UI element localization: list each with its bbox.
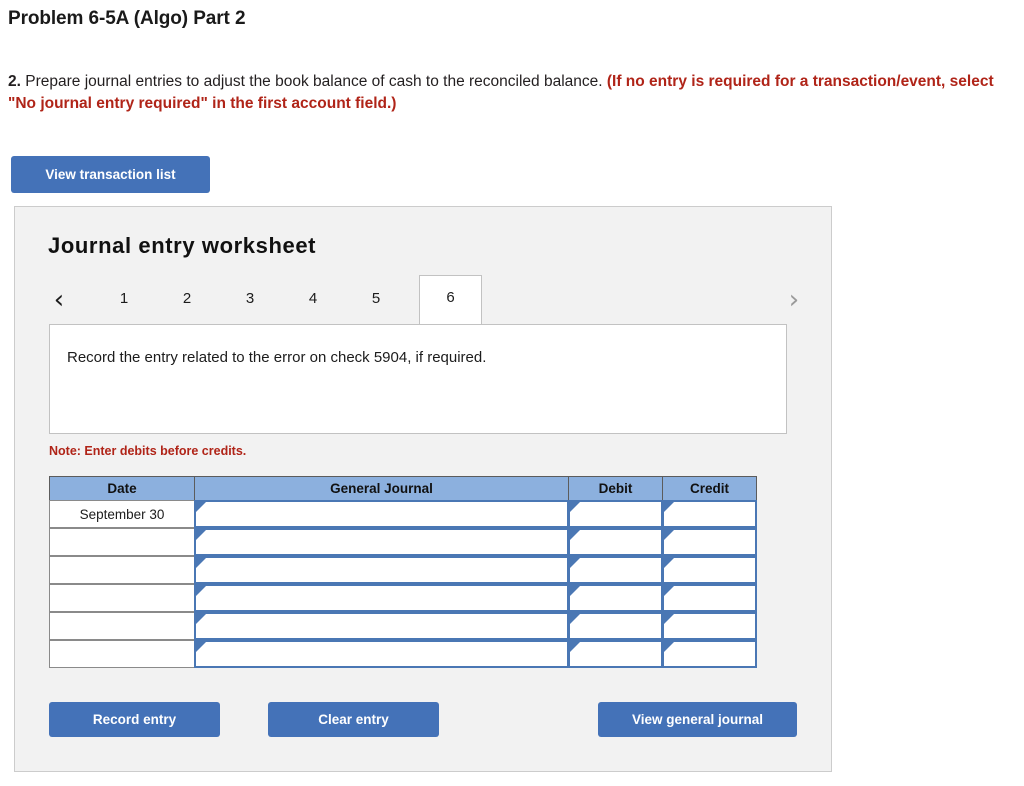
cell-general-journal-2[interactable] <box>194 528 569 556</box>
table-row <box>49 556 758 585</box>
table-row: September 30 <box>49 500 758 529</box>
cell-date-5[interactable] <box>49 612 195 640</box>
prompt-number: 2. <box>8 73 21 90</box>
cell-general-journal-5[interactable] <box>194 612 569 640</box>
column-header-general-journal: General Journal <box>194 476 569 501</box>
prompt-text: 2. Prepare journal entries to adjust the… <box>8 71 1013 115</box>
cell-date-2[interactable] <box>49 528 195 556</box>
tab-2[interactable]: 2 <box>167 278 207 322</box>
cell-credit-5[interactable] <box>662 612 757 640</box>
tab-5[interactable]: 5 <box>356 278 396 322</box>
cell-debit-3[interactable] <box>568 556 663 584</box>
journal-entry-worksheet-panel: Journal entry worksheet ‹ 1 2 3 4 5 6 › … <box>14 206 832 772</box>
cell-debit-5[interactable] <box>568 612 663 640</box>
debits-before-credits-note: Note: Enter debits before credits. <box>49 444 247 458</box>
cell-debit-4[interactable] <box>568 584 663 612</box>
table-header-row: Date General Journal Debit Credit <box>49 476 758 501</box>
page-title: Problem 6-5A (Algo) Part 2 <box>8 8 246 29</box>
worksheet-title: Journal entry worksheet <box>48 233 317 258</box>
cell-credit-6[interactable] <box>662 640 757 668</box>
tab-1[interactable]: 1 <box>104 278 144 322</box>
worksheet-tabstrip: ‹ 1 2 3 4 5 6 › <box>48 275 805 326</box>
instruction-text: Record the entry related to the error on… <box>67 349 487 366</box>
clear-entry-button[interactable]: Clear entry <box>268 702 439 737</box>
cell-debit-2[interactable] <box>568 528 663 556</box>
cell-date-4[interactable] <box>49 584 195 612</box>
view-transaction-list-button[interactable]: View transaction list <box>11 156 210 193</box>
cell-credit-2[interactable] <box>662 528 757 556</box>
tab-4[interactable]: 4 <box>293 278 333 322</box>
previous-tab-icon[interactable]: ‹ <box>48 283 70 317</box>
cell-debit-1[interactable] <box>568 500 663 528</box>
cell-credit-3[interactable] <box>662 556 757 584</box>
table-row <box>49 612 758 641</box>
journal-entry-table: Date General Journal Debit Credit Septem… <box>49 476 758 669</box>
record-entry-button[interactable]: Record entry <box>49 702 220 737</box>
prompt-body: Prepare journal entries to adjust the bo… <box>20 73 607 90</box>
cell-date-3[interactable] <box>49 556 195 584</box>
cell-general-journal-3[interactable] <box>194 556 569 584</box>
cell-general-journal-6[interactable] <box>194 640 569 668</box>
table-row <box>49 584 758 613</box>
tab-6[interactable]: 6 <box>419 275 482 324</box>
view-general-journal-button[interactable]: View general journal <box>598 702 797 737</box>
cell-credit-1[interactable] <box>662 500 757 528</box>
page-root: Problem 6-5A (Algo) Part 2 2. Prepare jo… <box>0 0 1024 786</box>
table-row <box>49 528 758 557</box>
column-header-date: Date <box>49 476 195 501</box>
column-header-credit: Credit <box>662 476 757 501</box>
next-tab-icon[interactable]: › <box>783 283 805 317</box>
tab-3[interactable]: 3 <box>230 278 270 322</box>
cell-credit-4[interactable] <box>662 584 757 612</box>
cell-date-1[interactable]: September 30 <box>49 500 195 528</box>
table-row <box>49 640 758 669</box>
cell-date-6[interactable] <box>49 640 195 668</box>
cell-general-journal-4[interactable] <box>194 584 569 612</box>
cell-debit-6[interactable] <box>568 640 663 668</box>
cell-general-journal-1[interactable] <box>194 500 569 528</box>
column-header-debit: Debit <box>568 476 663 501</box>
instruction-box: Record the entry related to the error on… <box>49 324 787 434</box>
